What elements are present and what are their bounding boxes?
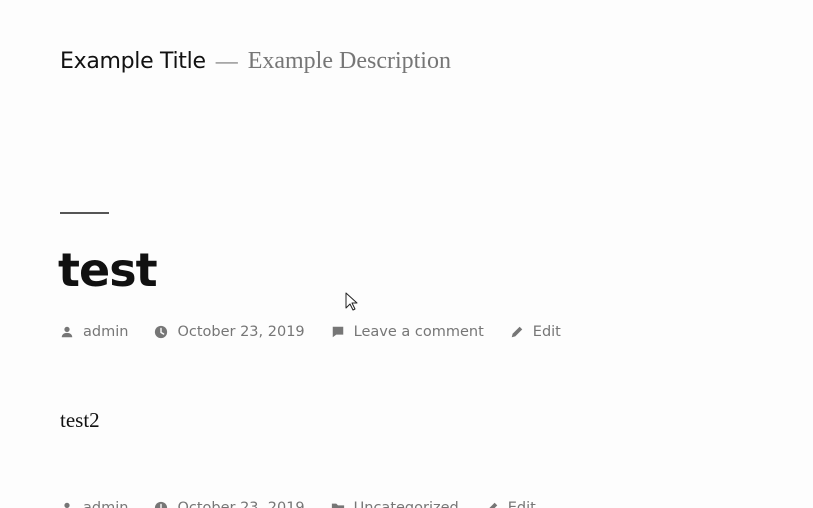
post-author-link[interactable]: admin xyxy=(83,324,128,340)
next-post-category: Uncategorized xyxy=(331,500,459,508)
comment-icon xyxy=(332,326,343,338)
site-title-separator: — xyxy=(215,48,238,73)
next-post-author-link[interactable]: admin xyxy=(83,500,128,508)
next-post-date-link[interactable]: October 23, 2019 xyxy=(177,500,304,508)
next-post-meta: admin October 23, 2019 Uncategorized Edi… xyxy=(60,500,562,508)
next-post-author: admin xyxy=(60,500,128,508)
folder-icon xyxy=(331,503,344,508)
edit-post-link[interactable]: Edit xyxy=(533,324,561,340)
post-author: admin xyxy=(60,324,128,340)
post-content: test2 xyxy=(60,408,100,432)
clock-icon xyxy=(155,501,168,508)
next-post-date: October 23, 2019 xyxy=(154,500,305,508)
category-link[interactable]: Uncategorized xyxy=(354,500,459,508)
post-meta: admin October 23, 2019 Leave a comment E… xyxy=(60,324,587,340)
post-date-link[interactable]: October 23, 2019 xyxy=(177,324,304,340)
mouse-cursor-icon xyxy=(345,292,358,311)
pencil-icon xyxy=(489,502,497,508)
site-description: Example Description xyxy=(247,48,451,74)
person-icon xyxy=(61,326,73,338)
clock-icon xyxy=(155,325,168,339)
next-edit-post-link[interactable]: Edit xyxy=(508,500,536,508)
post-comments: Leave a comment xyxy=(331,324,484,340)
pencil-icon xyxy=(511,326,523,338)
leave-comment-link[interactable]: Leave a comment xyxy=(354,324,484,340)
entry-title-divider xyxy=(60,212,109,214)
person-icon xyxy=(64,502,70,508)
post-title: test xyxy=(58,243,158,297)
post-date: October 23, 2019 xyxy=(154,324,305,340)
post-edit: Edit xyxy=(510,324,561,340)
site-header: Example Title — Example Description xyxy=(60,48,451,75)
next-post-edit: Edit xyxy=(485,500,536,508)
site-title-link[interactable]: Example Title xyxy=(60,49,206,74)
